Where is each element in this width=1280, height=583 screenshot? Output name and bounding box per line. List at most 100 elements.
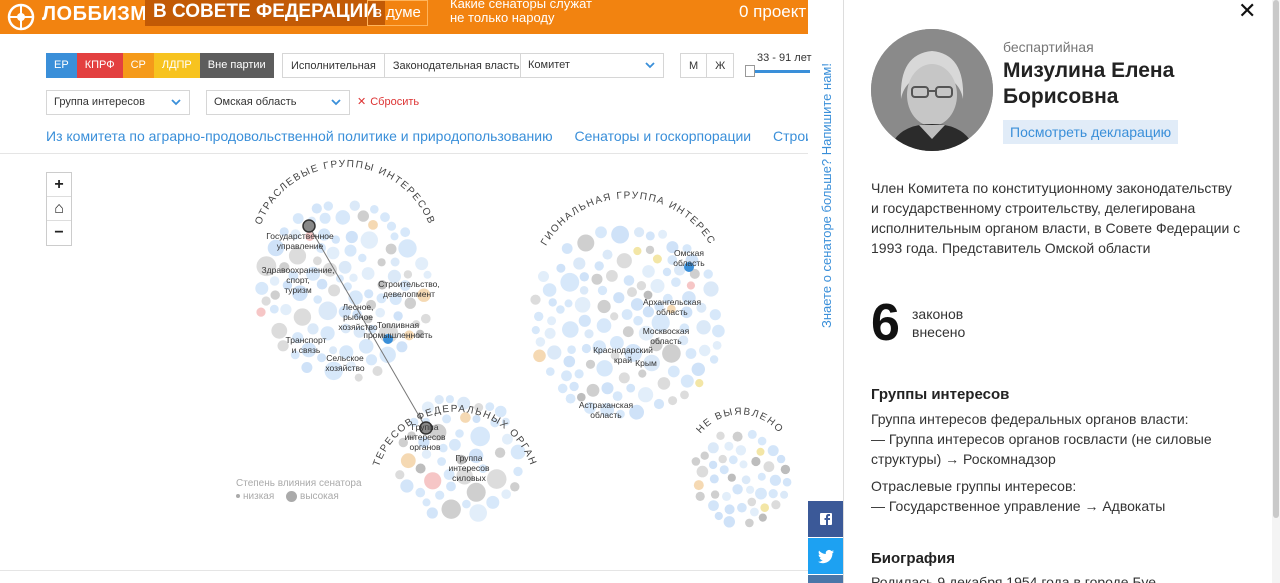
region-select[interactable]: Омская область <box>206 90 350 115</box>
senator-bubble[interactable] <box>469 504 488 522</box>
senator-bubble[interactable] <box>757 436 767 446</box>
senator-bubble[interactable] <box>700 451 709 460</box>
senator-bubble[interactable] <box>293 308 312 326</box>
senator-bubble[interactable] <box>723 516 735 528</box>
senator-bubble[interactable] <box>680 390 689 400</box>
group-federal-item[interactable]: — Группа интересов органов госвласти (не… <box>871 429 1251 469</box>
senator-bubble[interactable] <box>735 445 747 456</box>
party-ldpr-button[interactable]: ЛДПР <box>153 53 200 78</box>
senator-bubble[interactable] <box>562 321 579 338</box>
senator-bubble[interactable] <box>569 381 579 392</box>
senator-bubble[interactable] <box>696 320 711 335</box>
senator-bubble[interactable] <box>368 220 378 230</box>
senator-bubble[interactable] <box>270 290 280 300</box>
home-icon[interactable]: ⌂ <box>47 197 71 221</box>
senator-bubble[interactable] <box>579 272 589 282</box>
gender-male-button[interactable]: М <box>680 53 708 78</box>
panel-scroll-thumb[interactable] <box>1273 0 1279 518</box>
senator-bubble[interactable] <box>365 354 378 366</box>
senator-bubble[interactable] <box>547 316 557 326</box>
senator-bubble[interactable] <box>645 231 655 241</box>
senator-bubble[interactable] <box>573 257 586 270</box>
senator-bubble[interactable] <box>256 307 266 317</box>
senator-bubble[interactable] <box>437 457 446 466</box>
senator-bubble[interactable] <box>708 500 719 511</box>
senator-bubble[interactable] <box>709 474 719 484</box>
bubble-visualization[interactable]: ОТРАСЛЕВЫЕ ГРУППЫ ИНТЕРЕСОВ РЕГИОНАЛЬНАЯ… <box>0 154 808 570</box>
duma-tab[interactable]: в думе <box>367 0 428 26</box>
senator-bubble[interactable] <box>434 395 444 405</box>
senator-bubble[interactable] <box>760 503 769 512</box>
senator-bubble[interactable] <box>714 511 723 521</box>
senator-bubble[interactable] <box>311 203 322 214</box>
senator-bubble[interactable] <box>323 201 333 211</box>
zoom-out-button[interactable]: − <box>47 221 71 245</box>
senator-bubble[interactable] <box>400 479 414 493</box>
senator-bubble[interactable] <box>633 246 642 256</box>
senator-bubble[interactable] <box>658 229 668 239</box>
senator-bubble[interactable] <box>739 460 748 469</box>
senator-bubble[interactable] <box>722 491 731 501</box>
senator-bubble[interactable] <box>421 313 431 324</box>
senator-bubble[interactable] <box>546 367 555 376</box>
senator-bubble[interactable] <box>442 414 452 424</box>
senator-bubble[interactable] <box>732 484 743 495</box>
senator-bubble[interactable] <box>280 304 292 316</box>
senator-bubble[interactable] <box>756 447 765 456</box>
senator-bubble[interactable] <box>667 365 680 378</box>
senator-bubble[interactable] <box>349 273 358 282</box>
senator-bubble[interactable] <box>361 267 375 280</box>
senator-bubble[interactable] <box>621 309 633 320</box>
party-er-button[interactable]: ЕР <box>46 53 77 78</box>
senator-bubble[interactable] <box>622 326 634 338</box>
preset-link-agri[interactable]: Из комитета по аграрно-продовольственной… <box>46 128 553 144</box>
senator-bubble[interactable] <box>338 260 352 274</box>
senator-bubble[interactable] <box>269 276 280 286</box>
senator-bubble[interactable] <box>732 431 743 442</box>
senator-bubble[interactable] <box>395 470 405 480</box>
senator-bubble[interactable] <box>354 373 363 382</box>
senator-bubble[interactable] <box>564 299 573 308</box>
senator-bubble[interactable] <box>767 445 779 457</box>
senator-bubble[interactable] <box>642 306 655 318</box>
group-sector-item[interactable]: — Государственное управление → Адвокаты <box>871 496 1251 516</box>
senator-bubble[interactable] <box>741 475 751 485</box>
senator-bubble[interactable] <box>386 221 397 231</box>
senator-bubble[interactable] <box>712 324 725 338</box>
senator-bubble[interactable] <box>415 257 429 271</box>
senator-bubble[interactable] <box>724 504 735 515</box>
senator-bubble[interactable] <box>727 473 736 482</box>
senator-bubble[interactable] <box>455 429 464 438</box>
facebook-share-button[interactable] <box>808 501 844 537</box>
senator-bubble[interactable] <box>594 261 604 271</box>
senator-bubble[interactable] <box>513 466 523 477</box>
senator-bubble[interactable] <box>662 267 672 277</box>
senator-bubble[interactable] <box>751 456 761 467</box>
senator-bubble[interactable] <box>435 490 445 500</box>
senator-bubble[interactable] <box>691 457 701 466</box>
senator-bubble[interactable] <box>547 345 562 360</box>
senator-bubble[interactable] <box>358 253 367 263</box>
senator-bubble[interactable] <box>578 314 591 327</box>
view-declaration-button[interactable]: Посмотреть декларацию <box>1003 120 1179 144</box>
senator-bubble[interactable] <box>708 460 718 470</box>
senator-bubble[interactable] <box>602 249 613 260</box>
senator-bubble[interactable] <box>494 447 506 458</box>
projects-link[interactable]: 0 проект <box>739 2 806 22</box>
senator-bubble[interactable] <box>755 487 767 500</box>
senator-bubble[interactable] <box>719 465 729 475</box>
branch-legislative-button[interactable]: Законодательная власть <box>383 53 529 78</box>
senator-bubble[interactable] <box>685 348 697 359</box>
senator-bubble[interactable] <box>501 489 512 500</box>
twitter-share-button[interactable] <box>808 538 844 574</box>
senator-bubble[interactable] <box>426 507 438 519</box>
senator-bubble[interactable] <box>596 360 613 377</box>
senator-bubble[interactable] <box>591 273 603 285</box>
senator-bubble[interactable] <box>585 359 596 369</box>
senator-bubble[interactable] <box>486 469 507 489</box>
senator-bubble[interactable] <box>747 497 757 507</box>
senator-bubble[interactable] <box>534 311 544 322</box>
senator-bubble[interactable] <box>533 349 546 363</box>
senator-bubble[interactable] <box>567 345 576 355</box>
senator-bubble[interactable] <box>396 341 408 353</box>
